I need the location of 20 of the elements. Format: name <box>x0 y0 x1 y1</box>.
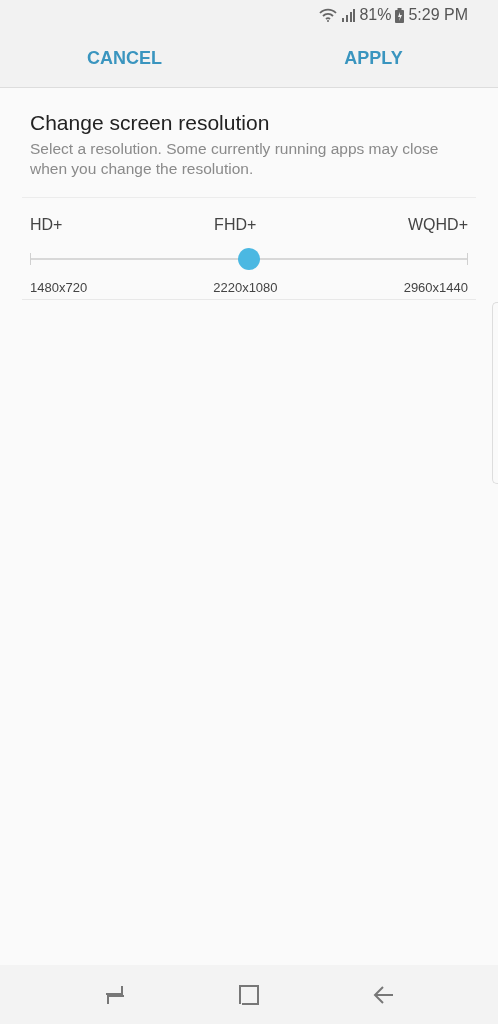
home-icon[interactable] <box>238 983 260 1006</box>
signal-icon <box>341 8 356 22</box>
resolution-value: 1480x720 <box>30 280 88 295</box>
resolution-label: FHD+ <box>214 216 257 234</box>
battery-percent: 81% <box>359 6 392 24</box>
apply-button[interactable]: APPLY <box>249 30 498 87</box>
recent-apps-icon[interactable] <box>104 983 126 1006</box>
description-text: Select a resolution. Some currently running apps may close when you change the resolution. <box>30 139 440 179</box>
slider-thumb[interactable] <box>238 248 260 270</box>
clock: 5:29 PM <box>408 6 468 24</box>
resolution-label: HD+ <box>30 216 63 234</box>
page-title: Change screen resolution <box>30 111 271 135</box>
back-icon[interactable] <box>372 983 394 1006</box>
cancel-button[interactable]: CANCEL <box>0 30 249 87</box>
slider-track[interactable] <box>30 248 468 270</box>
resolution-value: 2960x1440 <box>403 280 468 295</box>
wifi-icon <box>319 8 338 22</box>
battery-icon <box>395 7 405 23</box>
resolution-label: WQHD+ <box>408 216 468 234</box>
resolution-value: 2220x1080 <box>213 280 278 295</box>
